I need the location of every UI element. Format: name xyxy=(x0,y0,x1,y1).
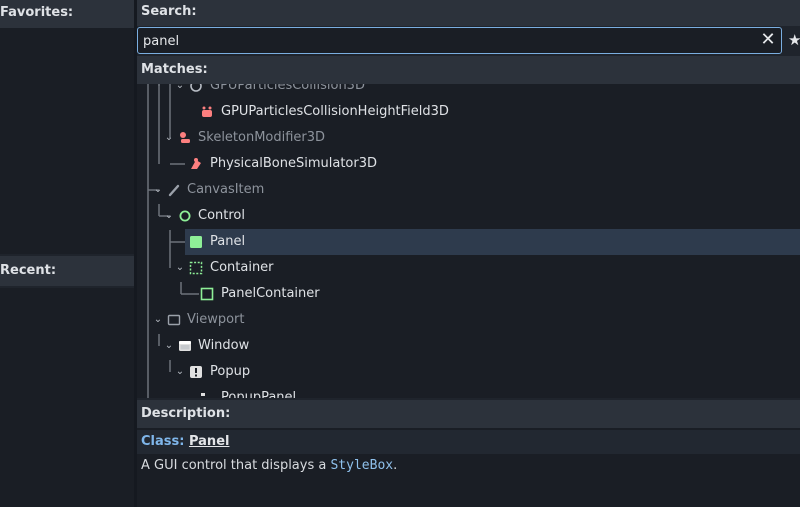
popup-panel-icon xyxy=(201,393,205,396)
tree-item-label: PopupPanel xyxy=(221,390,297,398)
matches-label: Matches: xyxy=(141,62,208,77)
favorites-list[interactable] xyxy=(0,28,134,254)
tree-item-panel[interactable]: Panel xyxy=(185,229,800,255)
recent-label: Recent: xyxy=(0,263,57,278)
container-icon xyxy=(189,261,203,275)
chevron-down-icon[interactable]: ⌄ xyxy=(153,177,163,203)
tree-item-label: GPUParticlesCollision3D xyxy=(210,84,365,93)
tree-item-label: PanelContainer xyxy=(221,286,320,301)
description-text: A GUI control that displays a StyleBox. xyxy=(141,456,397,476)
left-pane: Favorites: Recent: xyxy=(0,0,134,507)
right-pane: Search: ✕ ★ Matches: xyxy=(137,0,800,507)
control-icon xyxy=(179,210,191,222)
tree-item-window[interactable]: ⌄ Window xyxy=(137,333,800,359)
favorites-header: Favorites: xyxy=(0,0,134,28)
tree-item-label: PhysicalBoneSimulator3D xyxy=(210,156,378,171)
particles-collision-icon xyxy=(190,84,202,92)
physical-bone-icon xyxy=(191,158,201,169)
description-header: Description: xyxy=(137,400,800,428)
panel-icon xyxy=(190,236,202,248)
tree-item-viewport[interactable]: ⌄ Viewport xyxy=(137,307,800,333)
tree-item-popuppanel[interactable]: PopupPanel xyxy=(137,385,800,398)
tree-item-popup[interactable]: ⌄ Popup xyxy=(137,359,800,385)
class-key: Class: xyxy=(141,434,185,449)
chevron-down-icon[interactable]: ⌄ xyxy=(164,333,174,359)
tree-item-skeletonmodifier3d[interactable]: ⌄ SkeletonModifier3D xyxy=(137,125,800,151)
panel-container-icon xyxy=(200,287,214,301)
tree-item-label: Window xyxy=(198,338,250,353)
canvas-item-icon xyxy=(168,184,180,197)
popup-icon xyxy=(190,366,202,378)
tree-item-panelcontainer[interactable]: PanelContainer xyxy=(137,281,800,307)
recent-header: Recent: xyxy=(0,256,134,286)
search-label: Search: xyxy=(141,4,197,19)
skeleton-modifier-icon xyxy=(180,132,190,143)
class-link[interactable]: Panel xyxy=(189,434,229,449)
close-icon[interactable]: ✕ xyxy=(759,31,777,49)
search-input[interactable] xyxy=(143,31,743,51)
chevron-down-icon[interactable]: ⌄ xyxy=(164,125,174,151)
tree-item-container[interactable]: ⌄ Container xyxy=(137,255,800,281)
description-text-before: A GUI control that displays a xyxy=(141,458,331,473)
tree-item-label: SkeletonModifier3D xyxy=(198,130,326,145)
description-text-after: . xyxy=(393,458,398,473)
tree-item-label: CanvasItem xyxy=(187,182,265,197)
star-icon[interactable]: ★ xyxy=(788,30,800,50)
tree-item-gpuparticlescollision3d[interactable]: ⌄ GPUParticlesCollision3D xyxy=(137,84,800,99)
tree-item-gpuparticlescollisionheightfield3d[interactable]: GPUParticlesCollisionHeightField3D xyxy=(137,99,800,125)
tree-item-control[interactable]: ⌄ Control xyxy=(137,203,800,229)
tree-item-physicalbonesimulator3d[interactable]: PhysicalBoneSimulator3D xyxy=(137,151,800,177)
chevron-down-icon[interactable]: ⌄ xyxy=(164,203,174,229)
particles-heightfield-icon xyxy=(202,106,212,117)
chevron-down-icon[interactable]: ⌄ xyxy=(175,84,185,99)
tree-item-label: Container xyxy=(210,260,274,275)
description-label: Description: xyxy=(141,406,231,421)
chevron-down-icon[interactable]: ⌄ xyxy=(175,255,185,281)
tree-item-label: GPUParticlesCollisionHeightField3D xyxy=(221,104,449,119)
recent-list[interactable] xyxy=(0,288,134,507)
stylebox-link[interactable]: StyleBox xyxy=(330,458,393,473)
class-line: Class: Panel xyxy=(137,430,800,454)
window-icon xyxy=(179,341,191,351)
matches-header: Matches: xyxy=(137,56,800,84)
tree-item-label: Popup xyxy=(210,364,251,379)
search-box: ✕ xyxy=(137,27,782,54)
tree-item-canvasitem[interactable]: ⌄ CanvasItem xyxy=(137,177,800,203)
matches-tree[interactable]: ⌄ GPUParticlesCollision3D GPUParticlesCo… xyxy=(137,84,800,398)
description-body: Class: Panel A GUI control that displays… xyxy=(137,428,800,507)
search-header: Search: xyxy=(137,0,800,26)
chevron-down-icon[interactable]: ⌄ xyxy=(175,359,185,385)
viewport-icon xyxy=(167,314,181,326)
favorites-label: Favorites: xyxy=(0,5,74,20)
chevron-down-icon[interactable]: ⌄ xyxy=(153,307,163,333)
tree-item-label: Panel xyxy=(210,234,246,249)
tree-item-label: Control xyxy=(198,208,245,223)
tree-item-label: Viewport xyxy=(187,312,245,327)
